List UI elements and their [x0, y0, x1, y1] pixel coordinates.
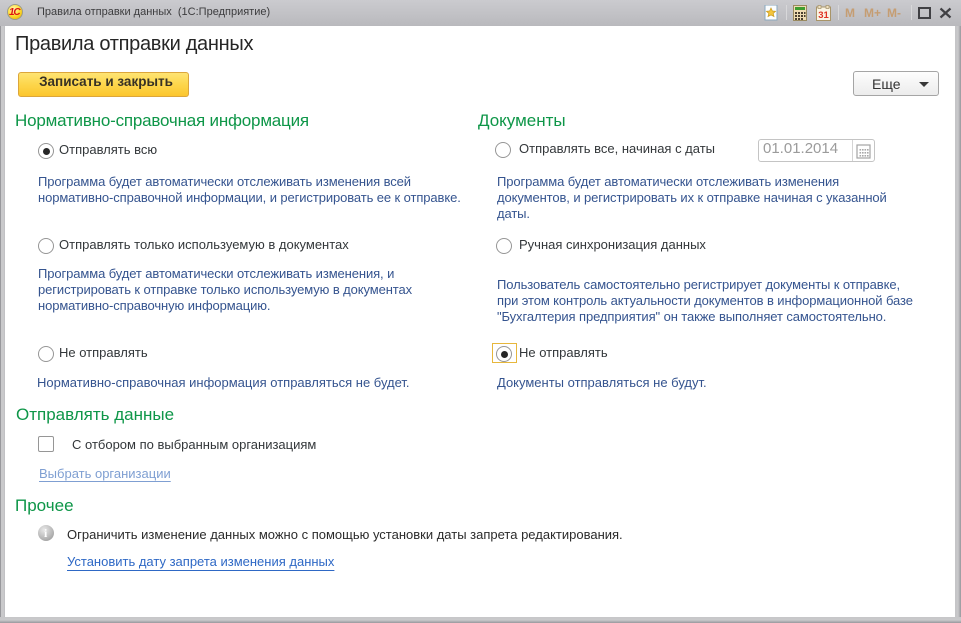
svg-text:31: 31: [818, 10, 829, 21]
